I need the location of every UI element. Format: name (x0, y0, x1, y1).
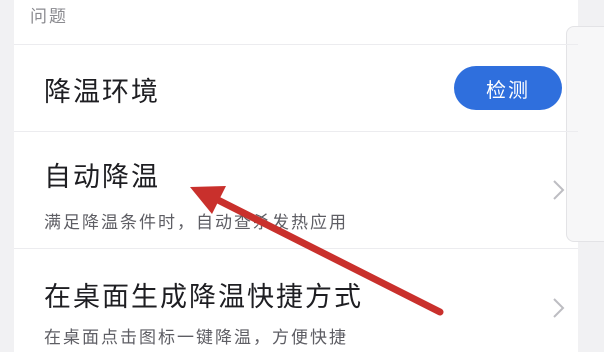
row-auto-cooling-title: 自动降温 (44, 162, 160, 193)
row-desktop-shortcut-description: 在桌面点击图标一键降温，方便快捷 (44, 328, 348, 348)
row-cooling-environment-title: 降温环境 (44, 77, 160, 108)
row-auto-cooling-description: 满足降温条件时，自动查杀发热应用 (44, 213, 348, 233)
section-header: 问题 (30, 7, 68, 27)
detect-button[interactable]: 检测 (454, 66, 562, 110)
chevron-right-icon (553, 180, 565, 200)
row-desktop-shortcut-title: 在桌面生成降温快捷方式 (44, 282, 363, 313)
chevron-right-icon (553, 298, 565, 318)
